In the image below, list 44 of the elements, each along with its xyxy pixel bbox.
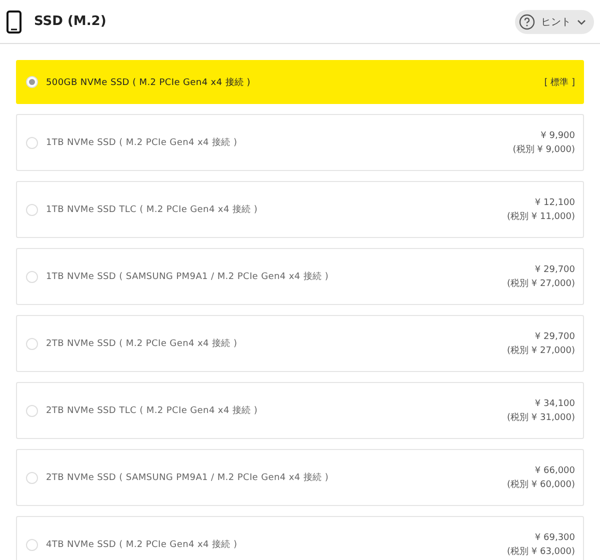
radio-button[interactable] — [26, 204, 38, 216]
radio-button[interactable] — [26, 472, 38, 484]
option-label: 1TB NVMe SSD TLC ( M.2 PCIe Gen4 x4 接続 ) — [46, 204, 259, 216]
price: ¥ 9,900 — [540, 130, 575, 142]
price-ex-tax: (税別 ¥ 9,000) — [512, 144, 575, 156]
price: ¥ 34,100 — [534, 398, 575, 410]
radio-button[interactable] — [26, 270, 38, 282]
price: ¥ 12,100 — [534, 196, 575, 210]
ssd-option[interactable]: 1TB NVMe SSD ( M.2 PCIe Gen4 x4 接続 ) ¥ 9,900 (税別 ¥ 9,000) — [16, 114, 584, 171]
standard-tag: [ 標準 ] — [544, 76, 575, 88]
price-ex-tax: (税別 ¥ 60,000) — [507, 478, 575, 492]
price: ¥ 29,700 — [534, 330, 575, 344]
radio-button[interactable] — [26, 76, 38, 88]
ssd-option[interactable]: 2TB NVMe SSD TLC ( M.2 PCIe Gen4 x4 接続 ) ¥ 34,100 (税別 ¥ 31,000) — [16, 382, 584, 439]
price-ex-tax: (税別 ¥ 63,000) — [507, 546, 575, 558]
price-ex-tax: (税別 ¥ 11,000) — [507, 210, 575, 224]
price: ¥ 69,300 — [534, 532, 575, 544]
section-title: SSD (M.2) — [34, 14, 108, 29]
option-label: 2TB NVMe SSD ( SAMSUNG PM9A1 / M.2 PCIe Gen4 x4 接続 ) — [46, 472, 330, 484]
radio-button[interactable] — [26, 338, 38, 350]
price-ex-tax: (税別 ¥ 27,000) — [507, 344, 575, 358]
ssd-option[interactable]: 500GB NVMe SSD ( M.2 PCIe Gen4 x4 接続 ) [ 標準 ] — [16, 60, 584, 104]
phone-icon — [6, 10, 22, 34]
option-label: 4TB NVMe SSD ( M.2 PCIe Gen4 x4 接続 ) — [46, 538, 238, 551]
radio-button[interactable] — [26, 404, 38, 416]
option-label: 2TB NVMe SSD ( M.2 PCIe Gen4 x4 接続 ) — [46, 338, 238, 350]
ssd-option[interactable]: 2TB NVMe SSD ( SAMSUNG PM9A1 / M.2 PCIe Gen4 x4 接続 ) ¥ 66,000 (税別 ¥ 60,000) — [16, 449, 584, 506]
ssd-option[interactable]: 1TB NVMe SSD TLC ( M.2 PCIe Gen4 x4 接続 ) ¥ 12,100 (税別 ¥ 11,000) — [16, 181, 584, 238]
option-label: 1TB NVMe SSD ( M.2 PCIe Gen4 x4 接続 ) — [46, 136, 238, 149]
option-label: 500GB NVMe SSD ( M.2 PCIe Gen4 x4 接続 ) — [46, 76, 252, 88]
price-ex-tax: (税別 ¥ 27,000) — [507, 278, 575, 290]
radio-button[interactable] — [26, 136, 38, 148]
ssd-option[interactable]: 2TB NVMe SSD ( M.2 PCIe Gen4 x4 接続 ) ¥ 29,700 (税別 ¥ 27,000) — [16, 315, 584, 372]
chevron-icon — [577, 18, 586, 24]
ssd-option[interactable]: 4TB NVMe SSD ( M.2 PCIe Gen4 x4 接続 ) ¥ 69,300 (税別 ¥ 63,000) — [16, 516, 584, 560]
help-icon — [519, 14, 535, 30]
price: ¥ 29,700 — [534, 264, 575, 276]
price: ¥ 66,000 — [534, 464, 575, 478]
radio-button[interactable] — [26, 538, 38, 550]
option-label: 2TB NVMe SSD TLC ( M.2 PCIe Gen4 x4 接続 ) — [46, 404, 259, 417]
price-ex-tax: (税別 ¥ 31,000) — [507, 412, 575, 424]
option-label: 1TB NVMe SSD ( SAMSUNG PM9A1 / M.2 PCIe Gen4 x4 接続 ) — [46, 270, 330, 283]
ssd-option[interactable]: 1TB NVMe SSD ( SAMSUNG PM9A1 / M.2 PCIe Gen4 x4 接続 ) ¥ 29,700 (税別 ¥ 27,000) — [16, 248, 584, 305]
hint-button[interactable]: ヒント — [515, 10, 594, 34]
